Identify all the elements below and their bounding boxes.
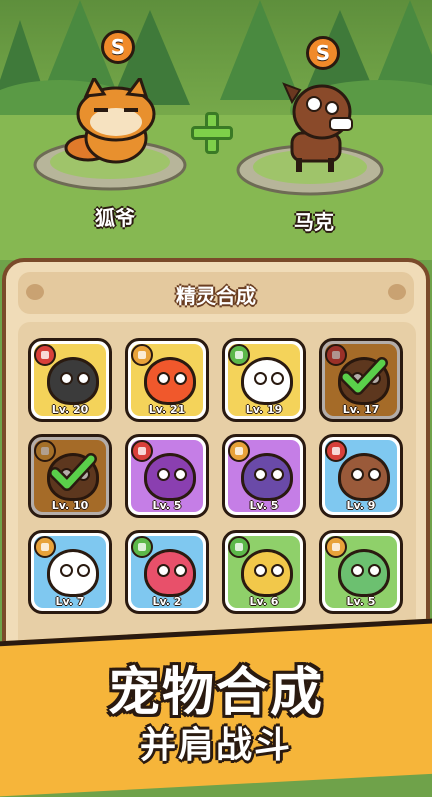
checkmark-icon xyxy=(49,453,97,491)
pet-card[interactable]: Lv. 5 xyxy=(319,530,403,614)
pet-eye xyxy=(77,564,90,577)
pet-level-label: Lv. 10 xyxy=(51,499,89,512)
pet-card[interactable]: Lv. 5 xyxy=(125,434,209,518)
banner-title: 宠物合成 xyxy=(107,663,324,723)
pet-eye xyxy=(271,372,284,385)
pet-card[interactable]: Lv. 7 xyxy=(28,530,112,614)
panel-header: 精灵合成 xyxy=(18,272,414,314)
pet-card[interactable]: Lv. 9 xyxy=(319,434,403,518)
pet-eye xyxy=(368,468,381,481)
pet-level-label: Lv. 5 xyxy=(346,595,376,608)
fire-element-icon xyxy=(34,344,56,366)
merge-scene: S S 狐爷 马克 xyxy=(0,0,432,260)
pet-icon xyxy=(144,357,196,405)
pet-level-label: Lv. 2 xyxy=(152,595,182,608)
pet-eye xyxy=(254,564,267,577)
pet-icon xyxy=(47,357,99,405)
banner-subtitle: 并肩战斗 xyxy=(139,725,292,766)
leaf-element-icon xyxy=(131,536,153,558)
pet-level-label: Lv. 19 xyxy=(245,403,283,416)
pet-icon xyxy=(241,357,293,405)
pet-eye xyxy=(368,564,381,577)
pet-eye xyxy=(254,372,267,385)
pet-icon xyxy=(47,549,99,597)
pet-card[interactable]: Lv. 21 xyxy=(125,338,209,422)
pet-card[interactable]: Lv. 2 xyxy=(125,530,209,614)
pet-card[interactable]: Lv. 20 xyxy=(28,338,112,422)
pet-eye xyxy=(174,564,187,577)
leaf-element-icon xyxy=(228,344,250,366)
pet-icon xyxy=(241,453,293,501)
pet-eye xyxy=(157,468,170,481)
shield-element-icon xyxy=(131,344,153,366)
shield-element-icon xyxy=(325,536,347,558)
fox-pet-icon[interactable] xyxy=(58,78,168,168)
right-pet-name: 马克 xyxy=(294,210,334,234)
pet-level-label: Lv. 20 xyxy=(51,403,89,416)
pet-icon xyxy=(338,549,390,597)
horse-pet-icon[interactable] xyxy=(270,78,370,174)
pet-eye xyxy=(254,468,267,481)
promo-banner: 宠物合成 并肩战斗 xyxy=(0,618,432,797)
pet-eye xyxy=(271,564,284,577)
right-coin-icon: S xyxy=(306,36,340,70)
pet-eye xyxy=(157,372,170,385)
pet-eye xyxy=(351,564,364,577)
panel-title: 精灵合成 xyxy=(176,284,256,308)
pet-level-label: Lv. 5 xyxy=(152,499,182,512)
fire-element-icon xyxy=(325,440,347,462)
pet-eye xyxy=(351,468,364,481)
left-pet-name: 狐爷 xyxy=(95,206,135,230)
pet-card[interactable]: Lv. 17 xyxy=(319,338,403,422)
pet-eye xyxy=(174,372,187,385)
pet-level-label: Lv. 7 xyxy=(55,595,85,608)
pet-card[interactable]: Lv. 19 xyxy=(222,338,306,422)
shield-element-icon xyxy=(34,536,56,558)
pet-eye xyxy=(60,372,73,385)
shield-element-icon xyxy=(228,440,250,462)
pet-icon xyxy=(241,549,293,597)
pet-level-label: Lv. 9 xyxy=(346,499,376,512)
pet-level-label: Lv. 6 xyxy=(249,595,279,608)
pet-icon xyxy=(144,453,196,501)
pet-icon xyxy=(338,453,390,501)
pet-eye xyxy=(271,468,284,481)
checkmark-icon xyxy=(340,357,388,395)
pet-eye xyxy=(77,372,90,385)
left-coin-icon: S xyxy=(101,30,135,64)
pet-card[interactable]: Lv. 6 xyxy=(222,530,306,614)
pet-card[interactable]: Lv. 5 xyxy=(222,434,306,518)
plus-icon xyxy=(191,112,233,154)
pet-eye xyxy=(60,564,73,577)
pet-level-label: Lv. 21 xyxy=(148,403,186,416)
pet-eye xyxy=(174,468,187,481)
merge-panel: 精灵合成 Lv. 20 Lv. 21 Lv. 19 Lv. 17 Lv. 10 Lv. 5… xyxy=(2,258,430,692)
pet-eye xyxy=(157,564,170,577)
fire-element-icon xyxy=(131,440,153,462)
pet-level-label: Lv. 5 xyxy=(249,499,279,512)
pet-card[interactable]: Lv. 10 xyxy=(28,434,112,518)
pet-icon xyxy=(144,549,196,597)
leaf-element-icon xyxy=(228,536,250,558)
pet-level-label: Lv. 17 xyxy=(342,403,380,416)
